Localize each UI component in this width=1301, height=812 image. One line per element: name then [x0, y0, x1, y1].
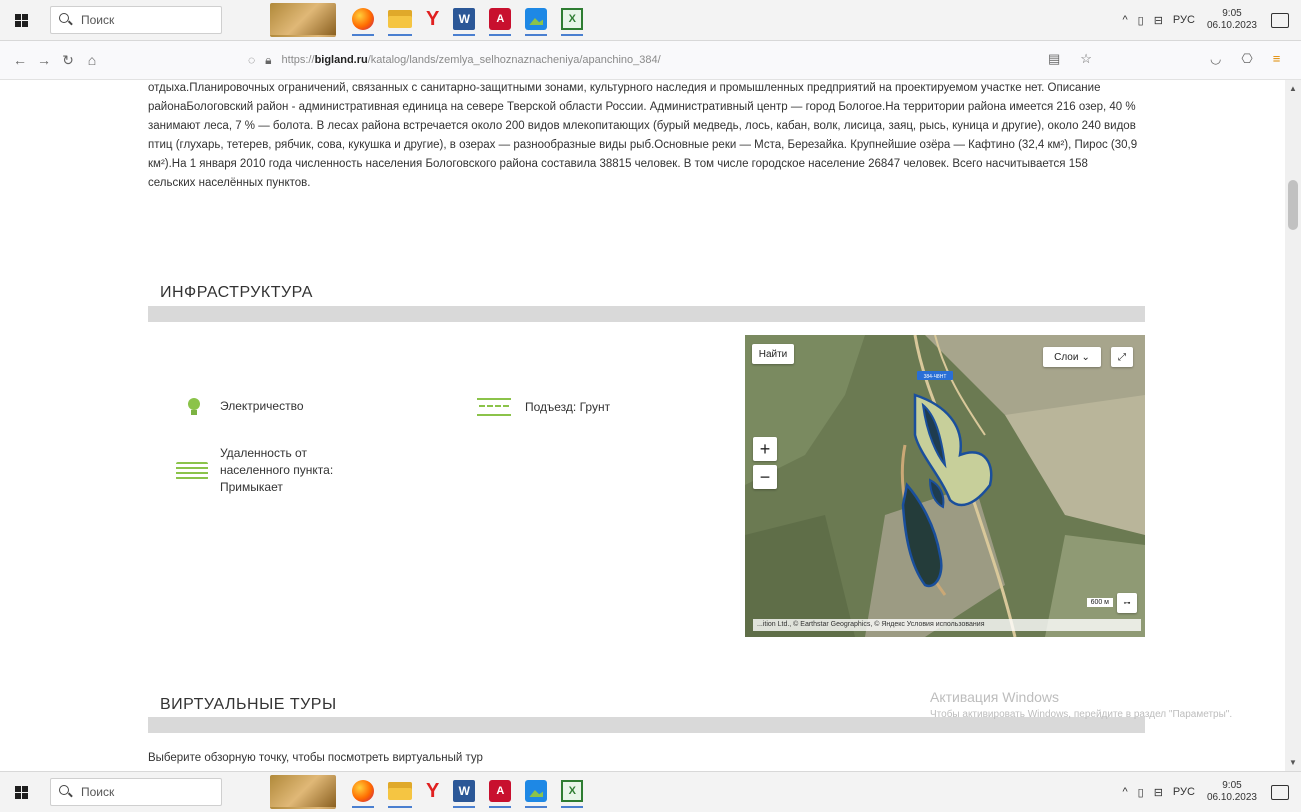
back-icon[interactable]: ←: [8, 52, 32, 68]
bookmark-star-icon[interactable]: ☆: [1080, 51, 1092, 67]
tray-caret-icon[interactable]: ^: [1122, 14, 1127, 26]
map-find-button[interactable]: Найти: [752, 344, 794, 364]
taskbar-bottom: Поиск Y W A X ^ ▯ ⊟ РУС 9:05 06.10.2023: [0, 771, 1301, 812]
road-icon: [477, 398, 511, 416]
clock-time: 9:05: [1222, 780, 1242, 791]
browser-toolbar: ← → ↻ ⌂ ◌ 🔒︎ https://bigland.ru/katalog/…: [0, 41, 1301, 80]
tray-caret-icon[interactable]: ^: [1122, 786, 1127, 798]
photo-app-icon[interactable]: [270, 3, 336, 37]
menu-icon[interactable]: ≡: [1273, 51, 1281, 67]
language-indicator[interactable]: РУС: [1173, 786, 1195, 798]
scrollbar-thumb[interactable]: [1288, 180, 1298, 230]
taskbar-search[interactable]: Поиск: [50, 778, 222, 806]
photo-app-icon[interactable]: [270, 775, 336, 809]
reload-icon[interactable]: ↻: [56, 52, 80, 69]
word-icon[interactable]: W: [453, 776, 476, 808]
infra-item-label: Удаленность от населенного пункта: Примы…: [220, 446, 334, 494]
url-domain: bigland.ru: [314, 54, 368, 66]
infra-item-road: Подъезд: Грунт: [477, 398, 610, 416]
watermark-subtitle: Чтобы активировать Windows, перейдите в …: [930, 709, 1233, 720]
windows-logo-icon: [14, 785, 28, 799]
notifications-icon[interactable]: [1271, 12, 1289, 28]
page-content: отдыха.Планировочных ограничений, связан…: [0, 80, 1285, 771]
plot-description: отдыха.Планировочных ограничений, связан…: [148, 82, 1138, 189]
firefox-icon[interactable]: [352, 4, 374, 36]
system-tray: ^ ▯ ⊟ РУС 9:05 06.10.2023: [1112, 8, 1289, 32]
reader-view-icon[interactable]: ▤: [1048, 51, 1060, 67]
word-icon[interactable]: W: [453, 4, 476, 36]
network-icon[interactable]: ⊟: [1154, 14, 1163, 27]
spreadsheet-icon[interactable]: X: [561, 776, 584, 808]
network-icon[interactable]: ⊟: [1154, 786, 1163, 799]
virtual-tours-title: ВИРТУАЛЬНЫЕ ТУРЫ: [160, 696, 337, 713]
zoom-in-button[interactable]: +: [753, 437, 777, 461]
home-icon[interactable]: ⌂: [80, 52, 104, 68]
taskbar-apps: Y W A X: [270, 3, 597, 37]
clock[interactable]: 9:05 06.10.2023: [1207, 780, 1257, 804]
photos-icon[interactable]: [525, 4, 548, 36]
infra-item-label: Электричество: [220, 399, 304, 413]
yandex-browser-icon[interactable]: Y: [426, 4, 439, 36]
file-explorer-icon[interactable]: [388, 4, 412, 36]
fullscreen-icon[interactable]: ⤢: [1111, 347, 1133, 367]
shield-icon: ◌: [248, 53, 256, 67]
infra-item-electricity: Электричество: [182, 394, 304, 418]
start-button[interactable]: [6, 777, 36, 807]
map-ruler-button[interactable]: ⊶: [1117, 593, 1137, 613]
windows-activation-watermark: Активация Windows Чтобы активировать Win…: [930, 689, 1260, 721]
taskbar-search-placeholder: Поиск: [81, 13, 115, 27]
windows-logo-icon: [14, 13, 28, 27]
map-layers-button[interactable]: Слои ⌄: [1043, 347, 1101, 367]
firefox-icon[interactable]: [352, 776, 374, 808]
url-path: /katalog/lands/zemlya_selhoznaznacheniya…: [367, 54, 661, 66]
page-scrollbar[interactable]: ▲ ▼: [1285, 80, 1301, 771]
yandex-browser-icon[interactable]: Y: [426, 776, 439, 808]
clock-date: 06.10.2023: [1206, 792, 1257, 803]
photos-icon[interactable]: [525, 776, 548, 808]
search-icon: [59, 785, 73, 799]
battery-icon[interactable]: ▯: [1138, 786, 1144, 799]
zoom-out-button[interactable]: −: [753, 465, 777, 489]
notifications-icon[interactable]: [1271, 784, 1289, 800]
infra-item-distance: Удаленность от населенного пункта: Примы…: [176, 445, 380, 496]
clock-time: 9:05: [1222, 8, 1242, 19]
map-imagery: 384-Ч8НT: [745, 335, 1145, 637]
taskbar-search-placeholder: Поиск: [81, 785, 115, 799]
virtual-tours-hint: Выберите обзорную точку, чтобы посмотрет…: [148, 752, 483, 764]
spreadsheet-icon[interactable]: X: [561, 4, 584, 36]
taskbar-apps: Y W A X: [270, 775, 597, 809]
scroll-down-icon[interactable]: ▼: [1289, 758, 1297, 767]
map-scale: 600 м: [1086, 598, 1113, 607]
satellite-map[interactable]: 384-Ч8НT Найти Слои ⌄ ⤢ + − 600 м ⊶ ...i…: [745, 335, 1145, 637]
url-bar[interactable]: ◌ 🔒︎ https://bigland.ru/katalog/lands/ze…: [248, 47, 1088, 73]
taskbar-search[interactable]: Поиск: [50, 6, 222, 34]
water-waves-icon: [176, 461, 208, 480]
clock[interactable]: 9:05 06.10.2023: [1207, 8, 1257, 32]
lock-icon: 🔒︎: [265, 52, 272, 67]
start-button[interactable]: [6, 5, 36, 35]
clock-date: 06.10.2023: [1206, 20, 1257, 31]
battery-icon[interactable]: ▯: [1138, 14, 1144, 27]
infrastructure-title: ИНФРАСТРУКТУРА: [160, 284, 313, 301]
infrastructure-divider: [148, 306, 1145, 322]
pdf-reader-icon[interactable]: A: [489, 776, 512, 808]
infra-item-label: Подъезд: Грунт: [525, 400, 611, 414]
scroll-up-icon[interactable]: ▲: [1289, 84, 1297, 93]
system-tray: ^ ▯ ⊟ РУС 9:05 06.10.2023: [1112, 780, 1289, 804]
map-plot-label: 384-Ч8НT: [924, 374, 947, 380]
map-attribution[interactable]: ...ition Ltd., © Earthstar Geographics, …: [753, 619, 1141, 631]
language-indicator[interactable]: РУС: [1173, 14, 1195, 26]
file-explorer-icon[interactable]: [388, 776, 412, 808]
search-icon: [59, 13, 73, 27]
pdf-reader-icon[interactable]: A: [489, 4, 512, 36]
chevron-down-icon: ⌄: [1081, 351, 1090, 363]
watermark-title: Активация Windows: [930, 689, 1060, 705]
lightbulb-icon: [182, 394, 206, 418]
taskbar-top: Поиск Y W A X ^ ▯ ⊟ РУС 9:05 06.10.2023: [0, 0, 1301, 41]
forward-icon[interactable]: →: [32, 52, 56, 68]
map-layers-label: Слои: [1054, 351, 1079, 363]
pocket-icon[interactable]: ◡: [1210, 51, 1221, 67]
url-prefix: https://: [281, 54, 315, 66]
extensions-icon[interactable]: ⎔: [1241, 51, 1252, 67]
